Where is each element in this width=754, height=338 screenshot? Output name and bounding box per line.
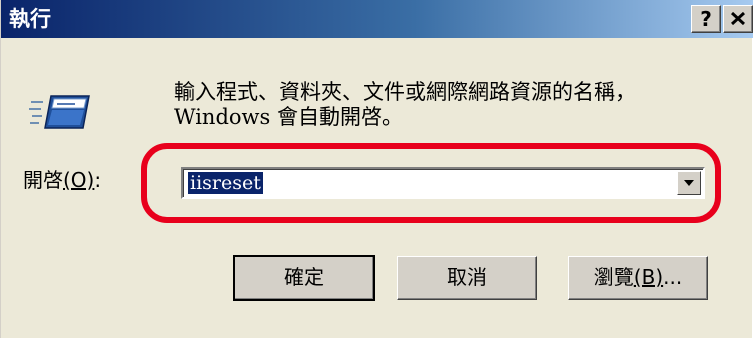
cancel-button[interactable]: 取消 <box>397 256 537 300</box>
open-label: 開啓(O): <box>23 166 101 194</box>
instruction-text: 輸入程式、資料夾、文件或網際網路資源的名稱， Windows 會自動開啓。 <box>174 80 636 130</box>
chevron-down-icon <box>684 180 694 186</box>
close-button[interactable] <box>723 5 753 33</box>
browse-button[interactable]: 瀏覽(B)... <box>568 256 708 300</box>
open-label-text: 開啓 <box>23 168 63 192</box>
dropdown-button[interactable] <box>677 171 701 195</box>
browse-button-ellipsis: ... <box>663 265 683 289</box>
run-dialog: 執行 ? 輸入程式、資料夾、文件或網際網路資源的名稱， Windows 會自動開… <box>0 0 753 338</box>
browse-button-label: 瀏覽 <box>593 265 634 289</box>
run-program-icon <box>29 95 90 129</box>
open-combobox[interactable]: iisreset <box>181 167 705 199</box>
browse-button-accelerator: (B) <box>633 265 664 289</box>
instruction-line-2: Windows 會自動開啓。 <box>174 105 403 129</box>
instruction-line-1: 輸入程式、資料夾、文件或網際網路資源的名稱， <box>174 80 636 104</box>
window-title: 執行 <box>9 7 51 31</box>
open-input[interactable] <box>187 171 657 195</box>
ok-button[interactable]: 確定 <box>233 255 375 301</box>
close-icon <box>731 12 745 25</box>
open-label-colon: : <box>94 168 102 192</box>
help-button[interactable]: ? <box>691 5 721 33</box>
open-label-accelerator: (O) <box>63 168 95 192</box>
title-bar[interactable]: 執行 ? <box>1 0 753 38</box>
